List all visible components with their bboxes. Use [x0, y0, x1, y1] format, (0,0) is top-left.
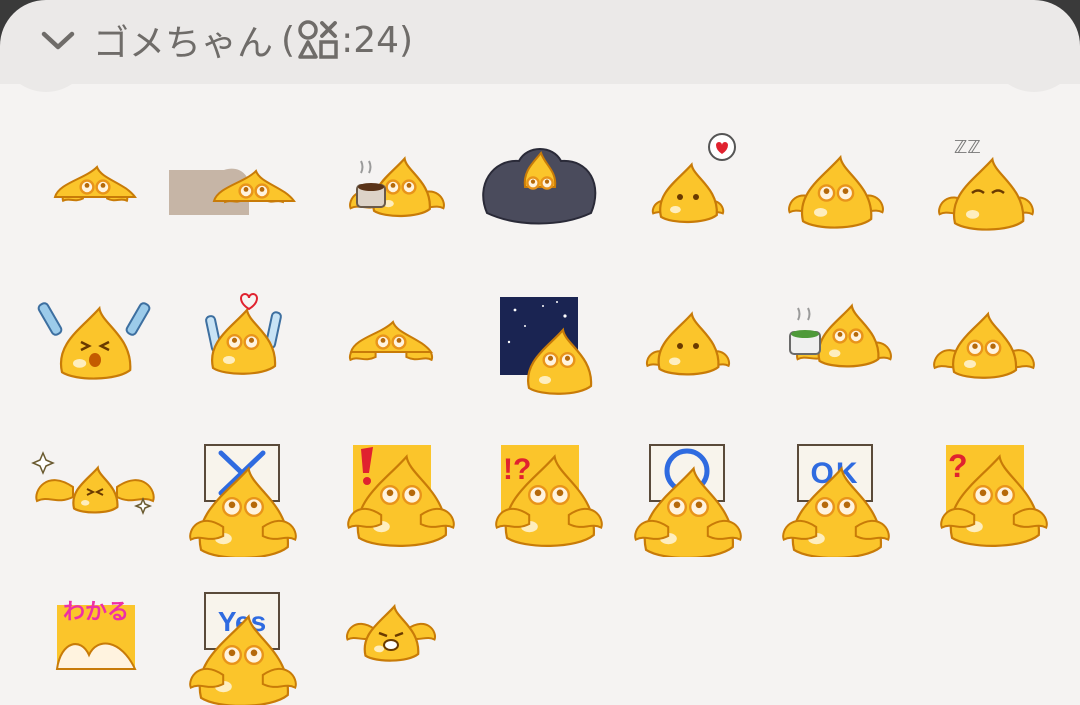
sticker-pack-title: ゴメちゃん ( :24) [93, 17, 414, 65]
exclamation-sticker-image [347, 445, 455, 547]
with-coffee-cup-sticker-image [349, 156, 445, 218]
with-tea-cup-sticker-image [789, 303, 892, 368]
sticker-19[interactable] [614, 409, 762, 557]
lying-flat-sticker-image [53, 165, 137, 203]
sticker-14[interactable] [910, 262, 1058, 410]
peeking-sticker-image [933, 311, 1035, 379]
heart-speech-bubble-sticker-image [651, 133, 736, 224]
window-corner-right [988, 0, 1080, 92]
sticker-4[interactable] [465, 115, 613, 263]
sticker-1[interactable] [21, 115, 169, 263]
sticker-5[interactable] [614, 115, 762, 263]
lying-flat-2-sticker-image [348, 320, 434, 362]
sticker-9[interactable] [169, 262, 317, 410]
sticker-count-open: ( [281, 19, 296, 61]
sticker-23[interactable]: Yes [169, 557, 317, 705]
sticker-grid: ℤℤ !? OK ? わかる Yes [0, 84, 1080, 705]
sticker-panel: ゴメちゃん ( :24) ℤℤ !? OK ? わかる Yes [0, 0, 1080, 705]
cheering-glow-sticks-sticker-image [37, 302, 151, 380]
sticker-7[interactable]: ℤℤ [910, 115, 1058, 263]
sticker-pack-header[interactable]: ゴメちゃん ( :24) [0, 0, 1080, 92]
sleepy-zzz-sticker-image: ℤℤ [938, 137, 1034, 231]
wakaru-sticker-image: わかる [55, 600, 137, 670]
flying-sparkles-sticker-image [31, 451, 155, 516]
sticker-6[interactable] [762, 115, 910, 263]
sticker-18[interactable]: !? [465, 409, 613, 557]
in-dark-blanket-sticker-image [482, 148, 597, 225]
sticker-13[interactable] [762, 262, 910, 410]
svg-text:ℤℤ: ℤℤ [954, 137, 981, 158]
sticker-15[interactable] [21, 409, 169, 557]
sticker-16[interactable] [169, 409, 317, 557]
sticker-8[interactable] [21, 262, 169, 410]
sign-ok-sticker-image: OK [782, 444, 890, 557]
sticker-20[interactable]: OK [762, 409, 910, 557]
sticker-24[interactable] [317, 557, 465, 705]
sticker-pack-name: ゴメちゃん [93, 23, 274, 64]
sticker-3[interactable] [317, 115, 465, 263]
sticker-count: :24) [341, 19, 414, 61]
sticker-11[interactable] [465, 262, 613, 410]
starry-space-sticker-image [500, 297, 593, 395]
svg-text:わかる: わかる [63, 600, 129, 625]
sticker-17[interactable] [317, 409, 465, 557]
chevron-down-icon[interactable] [38, 24, 78, 56]
sign-x-sticker-image [189, 444, 297, 557]
glow-sticks-heart-sticker-image [205, 293, 282, 375]
sign-yes-sticker-image: Yes [189, 592, 297, 705]
sticker-2[interactable] [169, 115, 317, 263]
looking-up-sticker-image [788, 154, 884, 229]
question-sticker-image: ? [940, 445, 1048, 547]
crying-sticker-image [346, 603, 436, 662]
shapes-icon [298, 20, 338, 59]
svg-text:!?: !? [503, 453, 531, 486]
sticker-21[interactable]: ? [910, 409, 1058, 557]
sticker-10[interactable] [317, 262, 465, 410]
simple-smile-sticker-image [645, 311, 731, 376]
sticker-12[interactable] [614, 262, 762, 410]
held-by-hand-sticker-image [169, 168, 296, 215]
sticker-22[interactable]: わかる [21, 557, 169, 705]
svg-text:?: ? [948, 448, 968, 484]
exclamation-question-sticker-image: !? [495, 445, 603, 547]
sign-o-sticker-image [634, 444, 742, 557]
